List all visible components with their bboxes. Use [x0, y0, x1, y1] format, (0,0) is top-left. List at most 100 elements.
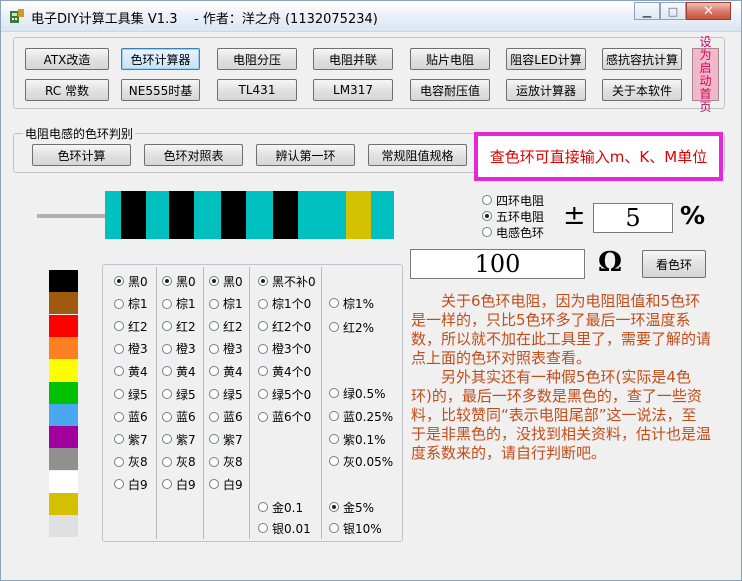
multiplier-option[interactable]: 橙3个0: [258, 341, 311, 357]
digit-band-1-option[interactable]: 白9: [114, 476, 148, 492]
digit-band-2-option[interactable]: 黄4: [162, 363, 196, 379]
rc-constant-button[interactable]: RC 常数: [25, 79, 109, 101]
digit-band-1-option[interactable]: 灰8: [114, 454, 148, 470]
tolerance-option[interactable]: 紫0.1%: [329, 431, 386, 447]
resistor-band: [346, 191, 371, 239]
mode-label: 四环电阻: [496, 193, 545, 208]
radio-button: [209, 434, 219, 445]
mode-inductor[interactable]: 电感色环: [482, 224, 544, 240]
tolerance-option[interactable]: 绿0.5%: [329, 385, 386, 401]
ring-calc-button[interactable]: 色环计算: [32, 144, 131, 166]
digit-band-2-option[interactable]: 棕1: [162, 296, 196, 312]
ring-table-button[interactable]: 色环对照表: [144, 144, 243, 166]
mode-five-ring[interactable]: 五环电阻: [482, 208, 544, 224]
atx-button[interactable]: ATX改造: [25, 48, 109, 70]
radio-label: 黄4个0: [272, 364, 312, 379]
digit-band-3-option[interactable]: 黄4: [209, 363, 243, 379]
voltage-divider-button[interactable]: 电阻分压: [217, 48, 297, 70]
title-bar: 电子DIY计算工具集 V1.3 - 作者：洋之舟 (1132075234) ▁ …: [1, 1, 741, 32]
digit-band-3-option[interactable]: 橙3: [209, 341, 243, 357]
multiplier-option[interactable]: 金0.1: [258, 499, 303, 515]
show-rings-button[interactable]: 看色环: [642, 250, 706, 278]
tolerance-option[interactable]: 金5%: [329, 499, 374, 515]
digit-band-2-option[interactable]: 蓝6: [162, 409, 196, 425]
radio-button: [162, 321, 172, 332]
digit-band-1-option[interactable]: 紫7: [114, 431, 148, 447]
set-home-button[interactable]: 设为启动首页: [692, 35, 719, 113]
about-button[interactable]: 关于本软件: [602, 79, 682, 101]
digit-band-2-option[interactable]: 橙3: [162, 341, 196, 357]
digit-band-1-option[interactable]: 黄4: [114, 363, 148, 379]
color-ring-calc-button[interactable]: 色环计算器: [121, 48, 200, 70]
rc-led-button[interactable]: 阻容LED计算: [506, 48, 586, 70]
opamp-button[interactable]: 运放计算器: [506, 79, 586, 101]
digit-band-3-option[interactable]: 棕1: [209, 296, 243, 312]
percent-symbol: %: [680, 201, 706, 230]
resistor-band: [273, 191, 298, 239]
radio-label: 金5%: [343, 500, 375, 515]
tolerance-option[interactable]: 蓝0.25%: [329, 408, 393, 424]
digit-band-3-option[interactable]: 紫7: [209, 431, 243, 447]
close-button[interactable]: ✕: [686, 2, 731, 20]
radio-button: [209, 456, 219, 467]
radio-button: [329, 411, 339, 421]
multiplier-option[interactable]: 红2个0: [258, 318, 311, 334]
tolerance-option[interactable]: 棕1%: [329, 295, 374, 311]
multiplier-option[interactable]: 黑不补0: [258, 273, 316, 289]
radio-button: [258, 523, 268, 533]
column-separator: [321, 267, 322, 539]
digit-band-2-option[interactable]: 黑0: [162, 273, 196, 289]
tolerance-option[interactable]: 红2%: [329, 319, 374, 335]
radio-button: [114, 479, 124, 490]
digit-band-1-option[interactable]: 棕1: [114, 296, 148, 312]
digit-band-1-option[interactable]: 蓝6: [114, 409, 148, 425]
tolerance-input[interactable]: 5: [593, 203, 673, 233]
ne555-button[interactable]: NE555时基: [121, 79, 200, 101]
parallel-resistor-button[interactable]: 电阻并联: [313, 48, 393, 70]
multiplier-option[interactable]: 黄4个0: [258, 363, 311, 379]
digit-band-2-option[interactable]: 灰8: [162, 454, 196, 470]
color-swatch: [49, 270, 78, 292]
lm317-button[interactable]: LM317: [313, 79, 393, 101]
cap-voltage-button[interactable]: 电容耐压值: [410, 79, 490, 101]
digit-band-3-option[interactable]: 红2: [209, 318, 243, 334]
digit-band-2-option[interactable]: 绿5: [162, 386, 196, 402]
maximize-button[interactable]: □: [660, 2, 686, 20]
radio-button: [209, 479, 219, 490]
digit-band-3-option[interactable]: 蓝6: [209, 409, 243, 425]
digit-band-2-option[interactable]: 紫7: [162, 431, 196, 447]
digit-band-1-option[interactable]: 红2: [114, 318, 148, 334]
tl431-button[interactable]: TL431: [217, 79, 297, 101]
digit-band-1-option[interactable]: 黑0: [114, 273, 148, 289]
digit-band-3-option[interactable]: 白9: [209, 476, 243, 492]
multiplier-option[interactable]: 绿5个0: [258, 386, 311, 402]
digit-band-2-option[interactable]: 白9: [162, 476, 196, 492]
reactance-button[interactable]: 感抗容抗计算: [602, 48, 682, 70]
color-swatch: [49, 336, 78, 359]
digit-band-3-option[interactable]: 黑0: [209, 273, 243, 289]
resistance-input[interactable]: 100: [410, 249, 585, 279]
multiplier-option[interactable]: 棕1个0: [258, 296, 311, 312]
note-paragraph-2: 另外其实还有一种假5色环(实际是4色环)的，最后一环多数是黑色的，查了一些资料，…: [411, 368, 712, 462]
digit-band-3-option[interactable]: 灰8: [209, 454, 243, 470]
first-ring-button[interactable]: 辨认第一环: [256, 144, 355, 166]
radio-button: [209, 298, 219, 309]
smd-resistor-button[interactable]: 贴片电阻: [410, 48, 490, 70]
minimize-button[interactable]: ▁: [634, 2, 660, 20]
standard-values-button[interactable]: 常规阻值规格: [368, 144, 467, 166]
mode-four-ring[interactable]: 四环电阻: [482, 192, 544, 208]
radio-label: 紫7: [223, 432, 243, 447]
tolerance-option[interactable]: 灰0.05%: [329, 453, 393, 469]
color-swatch: [49, 426, 78, 449]
digit-band-1-option[interactable]: 橙3: [114, 341, 148, 357]
digit-band-3-option[interactable]: 绿5: [209, 386, 243, 402]
radio-label: 灰8: [128, 455, 148, 470]
close-icon: ✕: [703, 3, 714, 19]
digit-band-2-option[interactable]: 红2: [162, 318, 196, 334]
radio-label: 白9: [223, 477, 243, 492]
mode-label: 电感色环: [496, 225, 545, 240]
multiplier-option[interactable]: 银0.01: [258, 520, 311, 536]
tolerance-option[interactable]: 银10%: [329, 520, 382, 536]
multiplier-option[interactable]: 蓝6个0: [258, 409, 311, 425]
digit-band-1-option[interactable]: 绿5: [114, 386, 148, 402]
